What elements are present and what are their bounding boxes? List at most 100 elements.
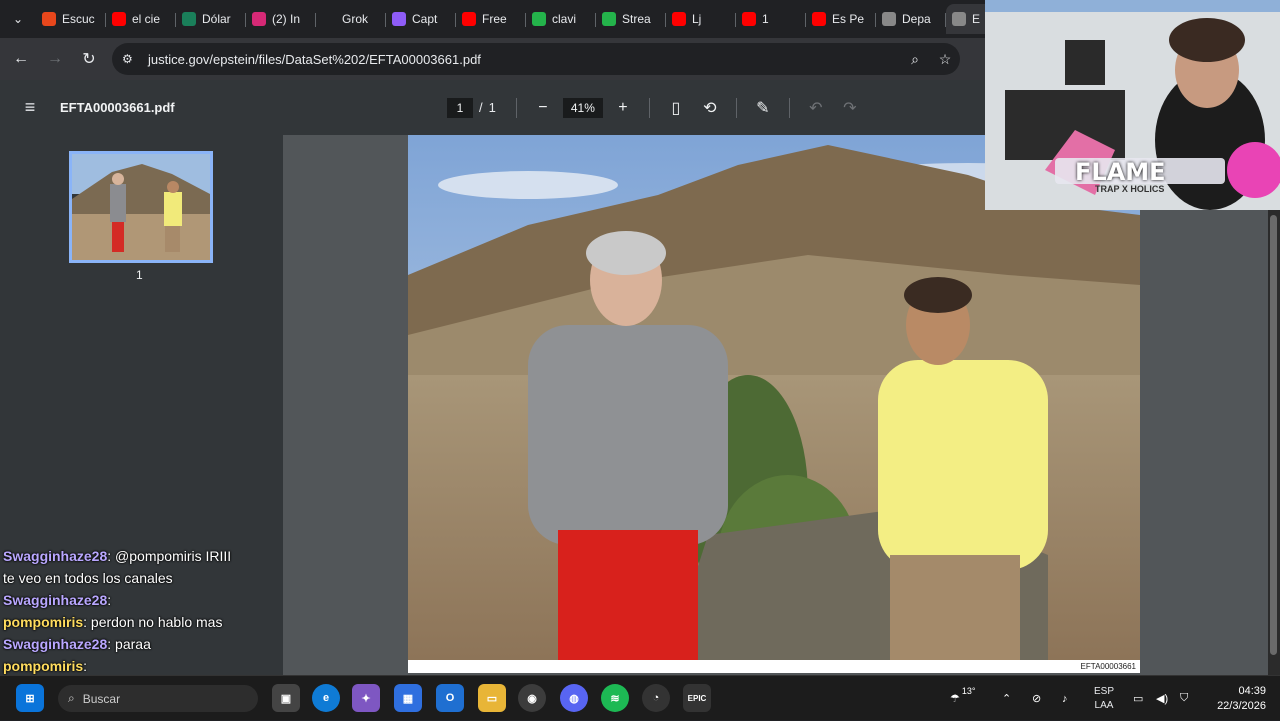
page-separator: / <box>479 100 483 115</box>
clock-date: 22/3/2026 <box>1217 700 1266 712</box>
tray-chevron[interactable]: ⌃ <box>1002 676 1011 721</box>
browser-tab[interactable]: Strea <box>596 4 666 34</box>
undo-button[interactable]: ↶ <box>802 94 830 122</box>
tab-search-button[interactable]: ⌄ <box>0 0 36 38</box>
windows-start-icon[interactable]: ⊞ <box>16 684 44 712</box>
zoom-icon[interactable]: ⌕ <box>900 51 930 68</box>
tray-display[interactable]: ▭ <box>1133 676 1143 721</box>
tab-label: Escuc <box>62 12 95 26</box>
zoom-input[interactable]: 41% <box>562 97 603 118</box>
browser-tab[interactable]: Grok <box>316 4 386 34</box>
discord-icon[interactable]: ◍ <box>560 684 588 712</box>
forward-button[interactable]: → <box>38 42 72 76</box>
tab-favicon-icon <box>672 12 686 26</box>
file-explorer-icon[interactable]: ▭ <box>478 684 506 712</box>
overlay-subtext: TRAP X HOLICS <box>1095 184 1165 194</box>
browser-tab[interactable]: (2) In <box>246 4 316 34</box>
tab-favicon-icon <box>392 12 406 26</box>
page-number-input[interactable]: 1 <box>447 97 473 118</box>
tab-label: el cie <box>132 12 161 26</box>
pdf-menu-button[interactable]: ≡ <box>0 97 60 118</box>
browser-tab[interactable]: Free <box>456 4 526 34</box>
pdf-filename: EFTA00003661.pdf <box>60 100 175 115</box>
tray-mic[interactable]: ♪ <box>1062 676 1068 721</box>
undo-icon: ↶ <box>809 99 823 117</box>
copilot-icon[interactable]: ✦ <box>352 684 380 712</box>
browser-tab[interactable]: Lj <box>666 4 736 34</box>
spotify-icon[interactable]: ≋ <box>601 684 629 712</box>
outlook-icon[interactable]: O <box>436 684 464 712</box>
weather-widget[interactable]: ☂ 13° <box>950 676 976 721</box>
page-total: 1 <box>488 100 496 115</box>
overlay-brand: FLAME <box>1075 158 1166 186</box>
zoom-out-button[interactable]: − <box>529 94 557 122</box>
store-icon[interactable]: ▦ <box>394 684 422 712</box>
url-text[interactable]: justice.gov/epstein/files/DataSet%202/EF… <box>148 52 900 67</box>
tray-volume[interactable]: ◀) <box>1156 676 1168 721</box>
annotate-button[interactable]: ✎ <box>749 94 777 122</box>
rotate-button[interactable]: ⟲ <box>696 94 724 122</box>
weather-icon: ☂ <box>950 693 960 705</box>
tab-label: Es Pe <box>832 12 865 26</box>
browser-tab[interactable]: Escuc <box>36 4 106 34</box>
lang-bottom: LAA <box>1094 700 1114 711</box>
shield-icon: ⛉ <box>1180 692 1189 704</box>
browser-tab[interactable]: Es Pe <box>806 4 876 34</box>
epic-games-icon[interactable]: EPIC <box>683 684 711 712</box>
browser-tab[interactable]: Depa <box>876 4 946 34</box>
chat-message: Swagginhaze28: @pompomiris IRIII <box>0 545 283 567</box>
bookmark-star-icon[interactable]: ☆ <box>930 51 960 68</box>
chat-username: Swagginhaze28 <box>3 592 108 608</box>
scrollbar-thumb[interactable] <box>1270 215 1277 655</box>
tab-label: Capt <box>412 12 438 26</box>
weather-temp: 13° <box>961 685 976 696</box>
browser-tab[interactable]: clavi <box>526 4 596 34</box>
address-bar[interactable]: ⚙ justice.gov/epstein/files/DataSet%202/… <box>112 43 960 75</box>
chat-message: Swagginhaze28: <box>0 589 283 611</box>
browser-tab[interactable]: el cie <box>106 4 176 34</box>
monitor-icon: ▭ <box>1133 693 1144 705</box>
reload-icon: ↻ <box>82 51 96 68</box>
tab-favicon-icon <box>882 12 896 26</box>
chat-text: te veo en todos los canales <box>3 570 173 586</box>
page-thumbnail[interactable] <box>69 151 213 263</box>
reload-button[interactable]: ↻ <box>72 42 106 76</box>
zoom-in-button[interactable]: + <box>609 94 637 122</box>
clock[interactable]: 04:39 22/3/2026 <box>1217 684 1266 714</box>
site-info-icon[interactable]: ⚙ <box>122 52 140 66</box>
divider <box>515 97 517 118</box>
taskbar-search[interactable]: ⌕ Buscar <box>58 685 258 712</box>
tab-label: Grok <box>342 12 369 26</box>
task-view-icon[interactable]: ▣ <box>272 684 300 712</box>
viewer-scrollbar[interactable] <box>1268 135 1280 675</box>
chrome-icon[interactable]: ◉ <box>518 684 546 712</box>
arrow-right-icon: → <box>47 50 63 67</box>
tray-shield[interactable]: ⛉ <box>1180 676 1188 721</box>
browser-tab[interactable]: Dólar <box>176 4 246 34</box>
divider <box>648 97 650 118</box>
pen-icon: ✎ <box>756 99 770 117</box>
browser-tab[interactable]: 1 <box>736 4 806 34</box>
tab-favicon-icon <box>742 12 756 26</box>
redo-button[interactable]: ↷ <box>836 94 864 122</box>
page-id-label: EFTA00003661 <box>1080 662 1136 671</box>
redo-icon: ↷ <box>843 99 857 117</box>
tab-label: Dólar <box>202 12 231 26</box>
chat-username: pompomiris <box>3 614 84 630</box>
chat-text: : <box>107 592 112 608</box>
browser-tab[interactable]: Capt <box>386 4 456 34</box>
tray-mute[interactable]: ⊘ <box>1032 676 1041 721</box>
language-indicator[interactable]: ESP LAA <box>1094 685 1114 713</box>
divider <box>788 97 790 118</box>
speaker-icon: ◀) <box>1156 693 1169 705</box>
taskbar: ⊞ ⌕ Buscar ▣ e ✦ ▦ O ▭ ◉ ◍ ≋ ◔ EPIC ☂ 13… <box>0 675 1280 720</box>
minus-icon: − <box>538 98 548 116</box>
back-button[interactable]: ← <box>4 42 38 76</box>
divider <box>735 97 737 118</box>
edge-icon[interactable]: e <box>312 684 340 712</box>
page-photo <box>408 135 1140 660</box>
fit-page-button[interactable]: ▯ <box>662 94 690 122</box>
obs-icon[interactable]: ◔ <box>642 684 670 712</box>
clock-time: 04:39 <box>1238 685 1266 697</box>
chat-message: te veo en todos los canales <box>0 567 283 589</box>
